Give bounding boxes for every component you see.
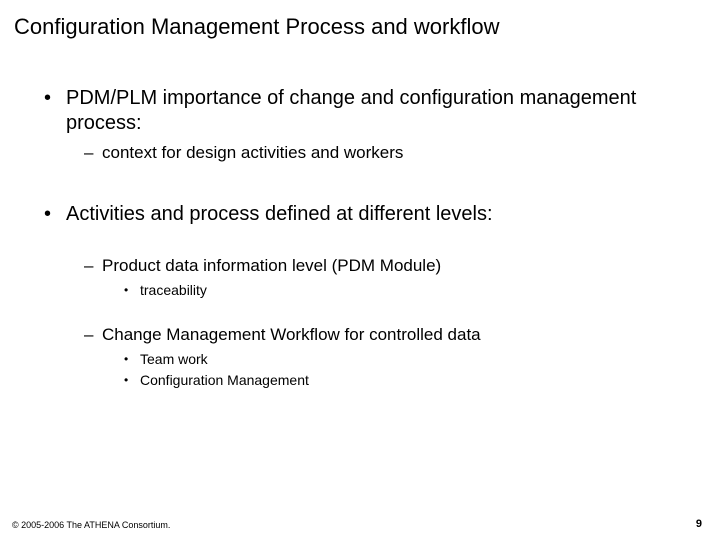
bullet-item: Team work	[124, 350, 680, 369]
bullet-text: Configuration Management	[140, 372, 309, 388]
bullet-item: context for design activities and worker…	[84, 142, 680, 164]
spacer	[38, 172, 680, 202]
bullet-item: traceability	[124, 281, 680, 300]
bullet-item: Configuration Management	[124, 371, 680, 390]
bullet-text: PDM/PLM importance of change and configu…	[66, 87, 636, 134]
slide: Configuration Management Process and wor…	[0, 0, 720, 540]
bullet-text: context for design activities and worker…	[102, 143, 403, 162]
bullet-text: Team work	[140, 351, 208, 367]
slide-title: Configuration Management Process and wor…	[14, 14, 700, 40]
spacer	[66, 227, 680, 249]
bullet-text: traceability	[140, 282, 207, 298]
bullet-text: Product data information level (PDM Modu…	[102, 256, 441, 275]
bullet-list-level1: Activities and process defined at differ…	[38, 202, 680, 390]
bullet-list-level3: Team work Configuration Management	[102, 350, 680, 390]
bullet-list-level1: PDM/PLM importance of change and configu…	[38, 86, 680, 164]
bullet-list-level2: Product data information level (PDM Modu…	[66, 255, 680, 300]
bullet-text: Change Management Workflow for controlle…	[102, 325, 481, 344]
bullet-text: Activities and process defined at differ…	[66, 203, 493, 225]
bullet-list-level3: traceability	[102, 281, 680, 300]
bullet-item: Activities and process defined at differ…	[38, 202, 680, 390]
bullet-item: PDM/PLM importance of change and configu…	[38, 86, 680, 164]
bullet-list-level2: context for design activities and worker…	[66, 142, 680, 164]
bullet-list-level2: Change Management Workflow for controlle…	[66, 324, 680, 390]
footer-copyright: © 2005-2006 The ATHENA Consortium.	[12, 520, 170, 530]
bullet-item: Change Management Workflow for controlle…	[84, 324, 680, 390]
spacer	[66, 304, 680, 318]
bullet-item: Product data information level (PDM Modu…	[84, 255, 680, 300]
slide-body: PDM/PLM importance of change and configu…	[38, 86, 680, 398]
page-number: 9	[696, 518, 702, 530]
